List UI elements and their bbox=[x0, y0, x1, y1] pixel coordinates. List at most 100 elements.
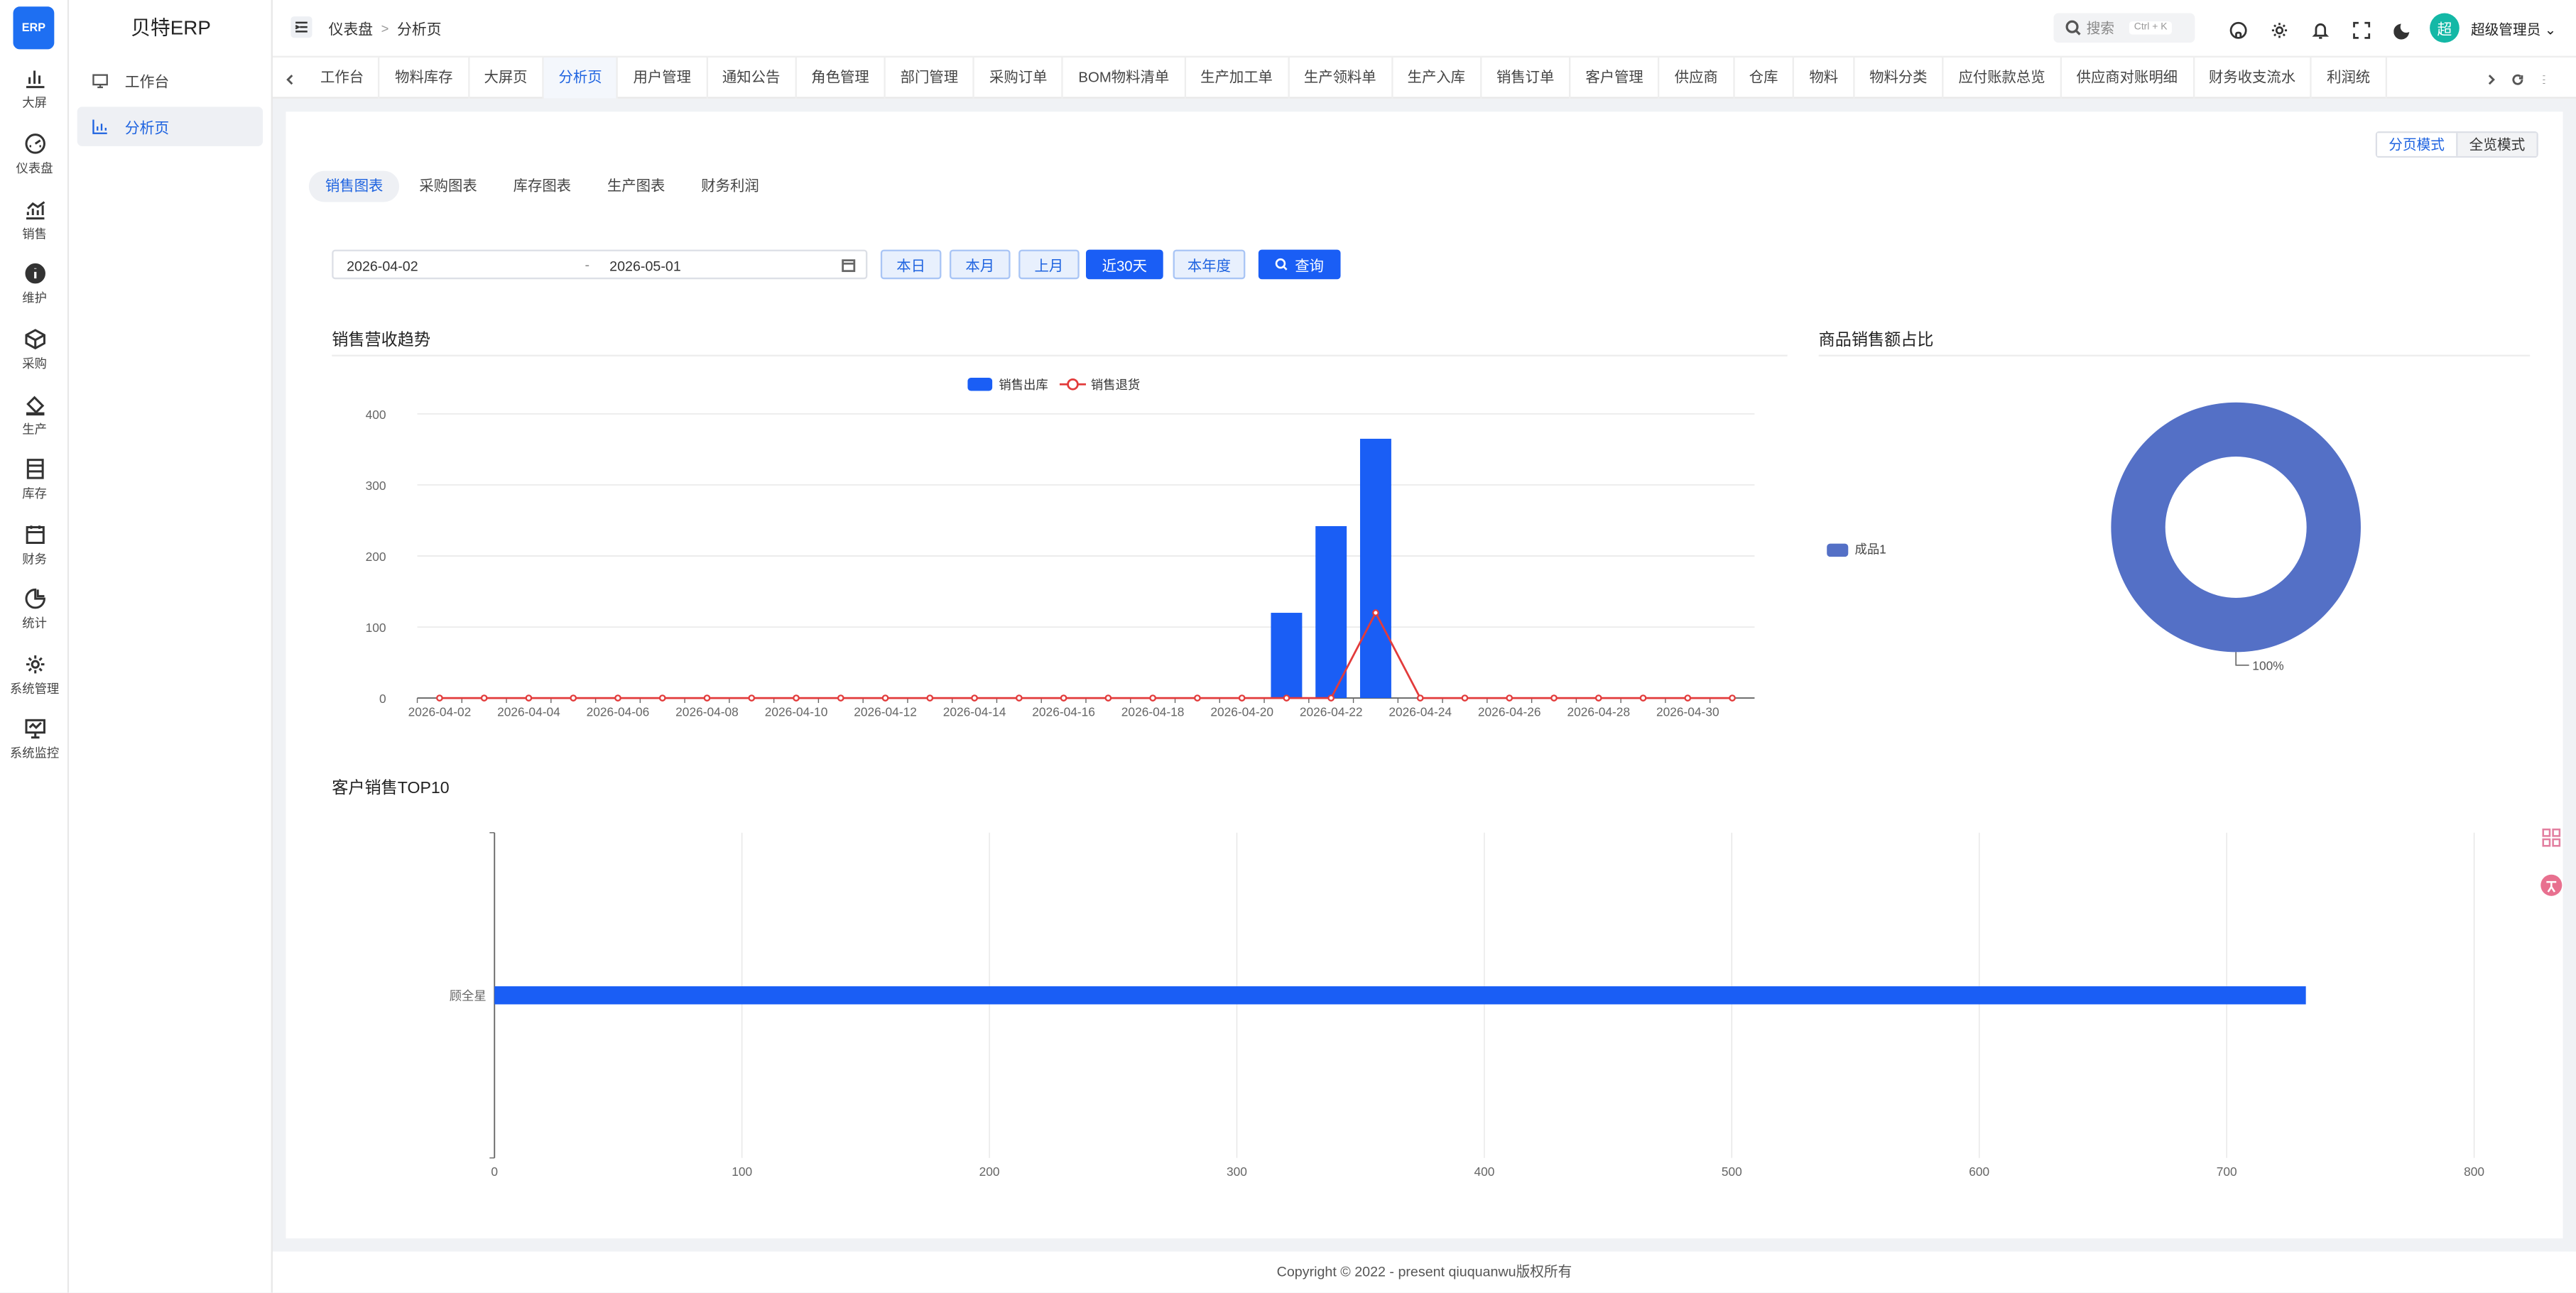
point-sales-return bbox=[570, 694, 577, 702]
fullscreen-icon[interactable] bbox=[2352, 18, 2371, 39]
refresh-tab-button[interactable] bbox=[2509, 69, 2525, 89]
erp-logo[interactable]: ERP bbox=[13, 6, 55, 50]
bell-icon[interactable] bbox=[2312, 18, 2330, 39]
footer-copyright: Copyright © 2022 - present qiuquanwu版权所有 bbox=[272, 1251, 2576, 1293]
x-tick-label: 2026-04-30 bbox=[1656, 705, 1719, 719]
rail-item-8[interactable]: 统计 bbox=[0, 588, 69, 647]
tab-item[interactable]: 生产领料单 bbox=[1289, 57, 1393, 99]
tab-item[interactable]: 部门管理 bbox=[886, 57, 975, 99]
y-tick-label: 100 bbox=[366, 621, 386, 635]
legend-swatch-sales-out bbox=[967, 378, 993, 391]
paged-mode-button[interactable]: 分页模式 bbox=[2377, 133, 2458, 156]
quick-last-month-button[interactable]: 上月 bbox=[1018, 249, 1080, 280]
search-button[interactable]: 搜索 Ctrl + K bbox=[2053, 13, 2195, 43]
rail-item-6[interactable]: 库存 bbox=[0, 458, 69, 517]
search-shortcut: Ctrl + K bbox=[2129, 21, 2173, 35]
tab-item[interactable]: 物料分类 bbox=[1854, 57, 1944, 99]
tab-item[interactable]: 供应商对账明细 bbox=[2062, 57, 2195, 99]
subtab-item[interactable]: 生产图表 bbox=[591, 171, 682, 202]
tab-item[interactable]: 仓库 bbox=[1734, 57, 1795, 99]
rail-item-label: 系统监控 bbox=[9, 746, 60, 760]
tab-item[interactable]: 利润统 bbox=[2312, 57, 2387, 99]
quick-this-year-button[interactable]: 本年度 bbox=[1173, 249, 1246, 280]
rail-item-5[interactable]: 生产 bbox=[0, 394, 69, 453]
rail-item-7[interactable]: 财务 bbox=[0, 524, 69, 583]
full-mode-button[interactable]: 全览模式 bbox=[2457, 133, 2537, 156]
point-sales-return bbox=[1015, 694, 1023, 702]
point-sales-return bbox=[1594, 694, 1602, 702]
tab-item[interactable]: 供应商 bbox=[1660, 57, 1734, 99]
avatar[interactable]: 超 bbox=[2430, 13, 2460, 43]
point-sales-return bbox=[1194, 694, 1201, 702]
github-icon[interactable] bbox=[2229, 18, 2247, 39]
chevron-right-icon bbox=[2487, 73, 2494, 84]
point-sales-return bbox=[837, 694, 844, 702]
chart-category-tabs: 销售图表 采购图表 库存图表 生产图表 财务利润 bbox=[308, 170, 779, 202]
breadcrumb-dashboard[interactable]: 仪表盘 bbox=[329, 18, 373, 39]
point-sales-return bbox=[793, 694, 800, 702]
end-date-input[interactable]: 2026-05-01 bbox=[609, 258, 681, 274]
tab-item[interactable]: 用户管理 bbox=[619, 57, 708, 99]
rail-item-label: 销售 bbox=[22, 227, 47, 242]
point-sales-return bbox=[614, 694, 621, 702]
y-tick-label: 300 bbox=[366, 479, 386, 493]
tab-item[interactable]: 角色管理 bbox=[796, 57, 886, 99]
tab-item[interactable]: 物料 bbox=[1795, 57, 1855, 99]
user-menu[interactable]: 超级管理员 ⌄ bbox=[2471, 20, 2556, 40]
grid-app-icon[interactable] bbox=[2540, 826, 2563, 849]
rail-item-3[interactable]: 维护 bbox=[0, 263, 69, 322]
moon-icon[interactable] bbox=[2393, 18, 2411, 40]
tabs-scroll-right-button[interactable] bbox=[2482, 69, 2499, 89]
tab-item[interactable]: 工作台 bbox=[305, 57, 381, 99]
tab-item[interactable]: 分析页 bbox=[543, 57, 619, 99]
rail-item-9[interactable]: 系统管理 bbox=[0, 654, 69, 713]
tab-more-button[interactable] bbox=[2535, 69, 2551, 89]
tab-item[interactable]: 生产入库 bbox=[1393, 57, 1482, 99]
start-date-input[interactable]: 2026-04-02 bbox=[347, 258, 418, 274]
date-range-picker[interactable]: 2026-04-02 - 2026-05-01 bbox=[332, 249, 868, 280]
customer-top10-title: 客户销售TOP10 bbox=[332, 780, 450, 799]
subtab-item[interactable]: 采购图表 bbox=[403, 171, 494, 202]
pie-slice bbox=[2111, 402, 2361, 653]
settings-gear-icon[interactable] bbox=[2271, 18, 2288, 38]
chevron-left-icon bbox=[286, 73, 293, 84]
bar-sales-out bbox=[1359, 438, 1391, 699]
rail-item-label: 仪表盘 bbox=[16, 160, 53, 176]
rail-item-4[interactable]: 采购 bbox=[0, 329, 69, 388]
accessibility-icon[interactable] bbox=[2540, 874, 2563, 897]
subtab-item[interactable]: 销售图表 bbox=[308, 170, 400, 202]
subtab-item[interactable]: 财务利润 bbox=[685, 171, 776, 202]
menu-item-workbench[interactable]: 工作台 bbox=[77, 61, 263, 101]
tab-item[interactable]: BOM物料清单 bbox=[1064, 57, 1186, 99]
y-tick-label: 0 bbox=[379, 692, 386, 706]
point-sales-return bbox=[1372, 609, 1379, 616]
more-vertical-icon bbox=[2542, 75, 2545, 83]
tabs-scroll-left-button[interactable] bbox=[281, 69, 298, 89]
quick-today-button[interactable]: 本日 bbox=[880, 249, 942, 280]
line-sales-return bbox=[439, 611, 1733, 699]
rail-item-1[interactable]: 仪表盘 bbox=[0, 133, 69, 192]
x-tick-label: 300 bbox=[1227, 1164, 1247, 1179]
tab-item[interactable]: 销售订单 bbox=[1482, 57, 1571, 99]
legend-marker-sales-return bbox=[1067, 378, 1079, 391]
tab-item[interactable]: 生产加工单 bbox=[1185, 57, 1290, 99]
collapse-menu-button[interactable] bbox=[290, 16, 313, 38]
query-button[interactable]: 查询 bbox=[1258, 249, 1341, 280]
quick-this-month-button[interactable]: 本月 bbox=[949, 249, 1011, 280]
quick-30-days-button[interactable]: 近30天 bbox=[1085, 249, 1163, 280]
tab-item[interactable]: 大屏页 bbox=[469, 57, 544, 99]
rail-item-2[interactable]: 销售 bbox=[0, 199, 69, 258]
tab-item[interactable]: 物料库存 bbox=[380, 57, 469, 99]
tab-item[interactable]: 客户管理 bbox=[1571, 57, 1660, 99]
rail-item-0[interactable]: 大屏 bbox=[0, 67, 69, 126]
tab-item[interactable]: 应付账款总览 bbox=[1944, 57, 2062, 99]
tab-item[interactable]: 采购订单 bbox=[974, 57, 1064, 99]
rail-item-label: 统计 bbox=[22, 616, 47, 631]
tab-item[interactable]: 财务收支流水 bbox=[2194, 57, 2313, 99]
subtab-item[interactable]: 库存图表 bbox=[497, 171, 588, 202]
rail-item-10[interactable]: 系统监控 bbox=[0, 718, 69, 777]
menu-item-analysis[interactable]: 分析页 bbox=[77, 107, 263, 146]
point-sales-return bbox=[1506, 694, 1513, 702]
tab-item[interactable]: 通知公告 bbox=[707, 57, 797, 99]
point-sales-return bbox=[1238, 694, 1246, 702]
